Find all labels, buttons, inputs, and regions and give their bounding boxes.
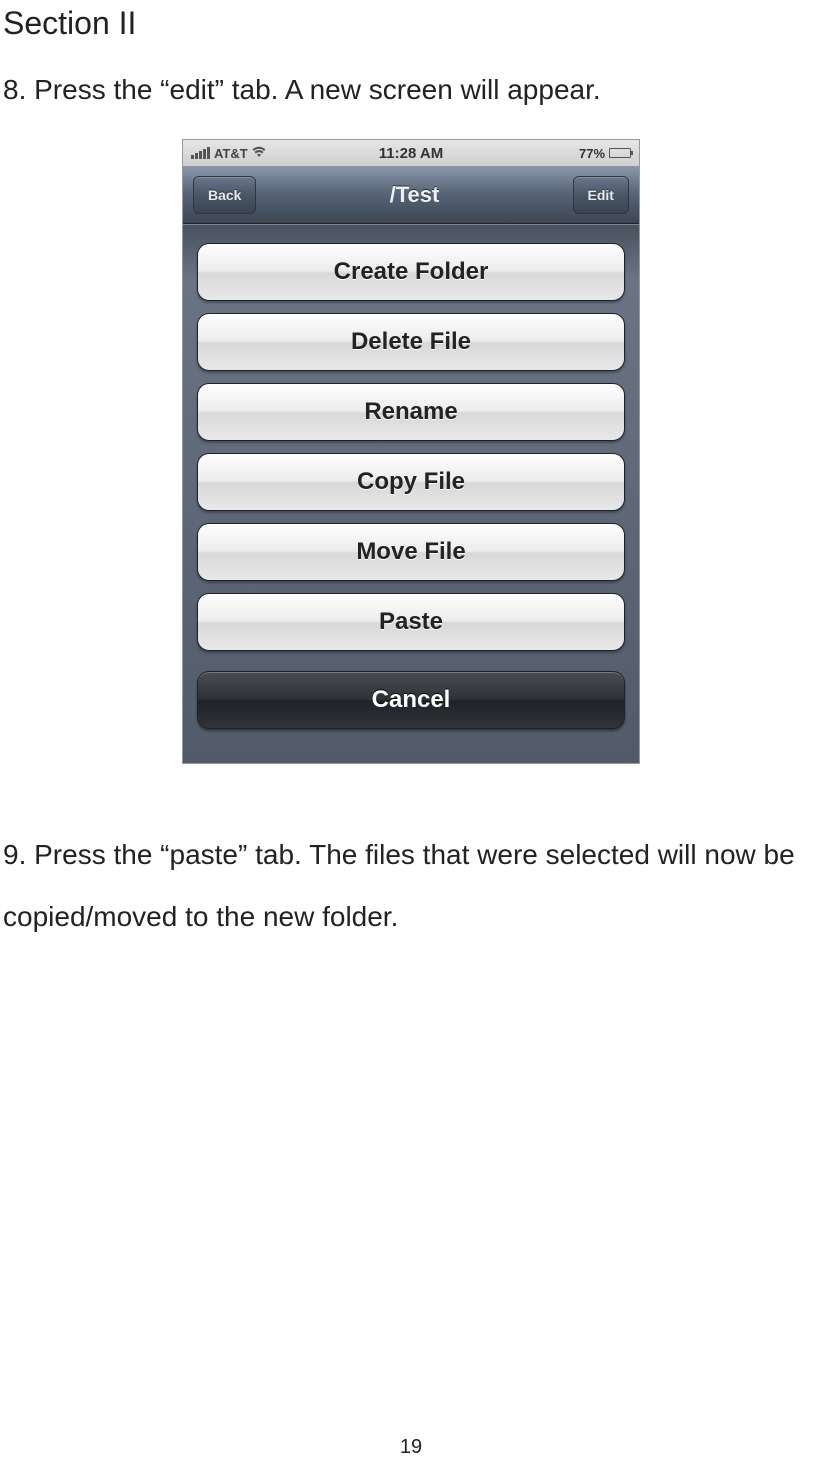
status-left: AT&T <box>191 145 379 161</box>
battery-icon <box>609 148 631 158</box>
section-heading: Section II <box>0 0 822 42</box>
signal-icon <box>191 147 210 159</box>
paste-button[interactable]: Paste <box>197 593 625 651</box>
status-time: 11:28 AM <box>379 145 443 162</box>
step-9-text: 9. Press the “paste” tab. The files that… <box>0 764 822 947</box>
battery-percent: 77% <box>579 146 605 161</box>
wifi-icon <box>252 145 266 161</box>
delete-file-button[interactable]: Delete File <box>197 313 625 371</box>
page-number: 19 <box>0 1436 822 1459</box>
phone-screenshot: AT&T 11:28 AM 77% Back /Test Edit Create… <box>182 139 640 764</box>
nav-bar: Back /Test Edit <box>183 166 639 224</box>
move-file-button[interactable]: Move File <box>197 523 625 581</box>
action-sheet: Create Folder Delete File Rename Copy Fi… <box>183 224 639 763</box>
edit-button[interactable]: Edit <box>573 176 629 214</box>
step-8-text: 8. Press the “edit” tab. A new screen wi… <box>0 42 822 109</box>
status-right: 77% <box>443 146 631 161</box>
copy-file-button[interactable]: Copy File <box>197 453 625 511</box>
status-bar: AT&T 11:28 AM 77% <box>183 140 639 166</box>
rename-button[interactable]: Rename <box>197 383 625 441</box>
nav-title: /Test <box>390 182 440 208</box>
create-folder-button[interactable]: Create Folder <box>197 243 625 301</box>
cancel-button[interactable]: Cancel <box>197 671 625 729</box>
back-button[interactable]: Back <box>193 176 256 214</box>
carrier-label: AT&T <box>214 146 248 161</box>
